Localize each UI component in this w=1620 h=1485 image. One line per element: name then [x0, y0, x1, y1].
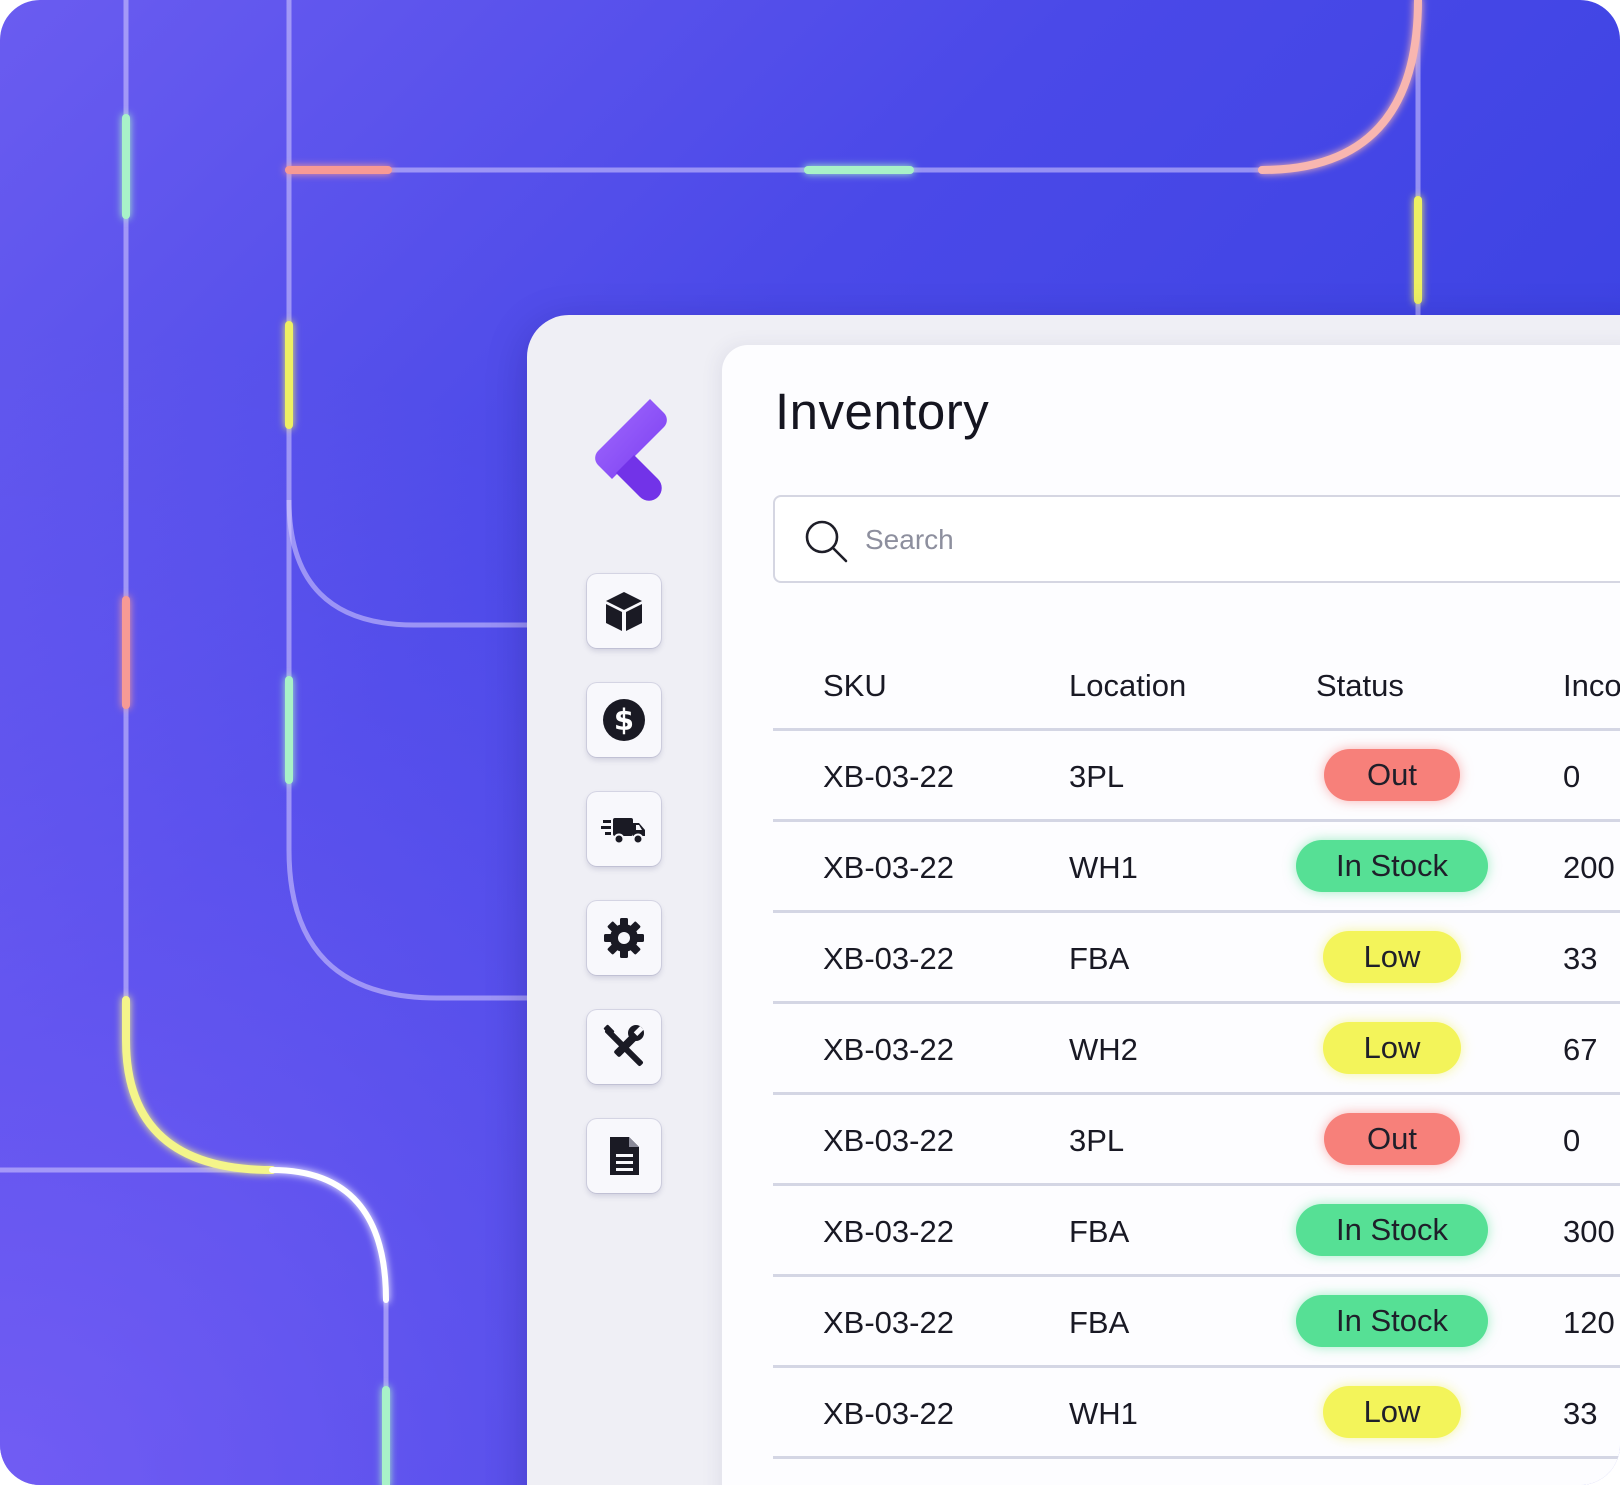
sku-cell: XB-03-22 [823, 941, 954, 976]
status-badge: In Stock [1296, 1204, 1488, 1256]
nav-settings-button[interactable] [587, 901, 661, 975]
inventory-table: SKU Location Status Inco XB-03-22 3PL Ou… [773, 640, 1620, 1459]
status-badge: Out [1324, 749, 1460, 801]
status-badge: Low [1323, 1386, 1461, 1438]
sku-cell: XB-03-22 [823, 1123, 954, 1158]
search-bar[interactable] [773, 495, 1620, 583]
location-cell: WH2 [1069, 1032, 1138, 1067]
incoming-cell: 200 [1563, 850, 1615, 885]
document-icon [610, 1137, 639, 1175]
hero-stage: $ Inventory Search SKU Location Status I… [0, 0, 1620, 1485]
incoming-cell: 300 [1563, 1214, 1615, 1249]
status-badge: Low [1323, 1022, 1461, 1074]
nav-shipping-button[interactable] [587, 792, 661, 866]
table-row[interactable]: XB-03-22 FBA In Stock 120 [773, 1277, 1620, 1368]
svg-text:$: $ [614, 703, 634, 737]
location-cell: 3PL [1069, 1123, 1125, 1158]
page-title: Inventory [775, 383, 990, 440]
nav-tools-button[interactable] [587, 1010, 661, 1084]
incoming-cell: 0 [1563, 1123, 1581, 1158]
table-header: SKU Location Status Inco [773, 640, 1620, 731]
dollar-icon: $ [603, 699, 645, 741]
location-cell: FBA [1069, 1305, 1130, 1340]
table-row[interactable]: XB-03-22 3PL Out 0 [773, 1095, 1620, 1186]
location-cell: WH1 [1069, 850, 1138, 885]
sku-cell: XB-03-22 [823, 850, 954, 885]
location-cell: FBA [1069, 941, 1130, 976]
nav-reports-button[interactable] [587, 1119, 661, 1193]
sku-cell: XB-03-22 [823, 759, 954, 794]
status-badge: Low [1323, 931, 1461, 983]
status-badge: Out [1324, 1113, 1460, 1165]
truck-icon [601, 818, 645, 845]
location-cell: FBA [1069, 1214, 1130, 1249]
incoming-cell: 0 [1563, 759, 1581, 794]
location-cell: WH1 [1069, 1396, 1138, 1431]
column-header-incoming[interactable]: Inco [1563, 640, 1620, 731]
gear-icon [604, 918, 644, 958]
column-header-status[interactable]: Status [1316, 640, 1404, 731]
brand-logo [595, 399, 667, 501]
column-header-location[interactable]: Location [1069, 640, 1186, 731]
column-header-sku[interactable]: SKU [823, 640, 887, 731]
incoming-cell: 33 [1563, 941, 1598, 976]
sku-cell: XB-03-22 [823, 1396, 954, 1431]
search-input[interactable] [863, 515, 1567, 565]
table-row[interactable]: XB-03-22 WH1 Low 33 [773, 1368, 1620, 1459]
table-row[interactable]: XB-03-22 FBA Low 33 [773, 913, 1620, 1004]
sku-cell: XB-03-22 [823, 1032, 954, 1067]
status-badge: In Stock [1296, 1295, 1488, 1347]
table-row[interactable]: XB-03-22 WH1 In Stock 200 [773, 822, 1620, 913]
sku-cell: XB-03-22 [823, 1305, 954, 1340]
location-cell: 3PL [1069, 759, 1125, 794]
search-icon [805, 520, 848, 563]
incoming-cell: 120 [1563, 1305, 1615, 1340]
incoming-cell: 67 [1563, 1032, 1598, 1067]
table-row[interactable]: XB-03-22 3PL Out 0 [773, 731, 1620, 822]
table-row[interactable]: XB-03-22 FBA In Stock 300 [773, 1186, 1620, 1277]
box-icon [606, 592, 642, 631]
table-row[interactable]: XB-03-22 WH2 Low 67 [773, 1004, 1620, 1095]
sku-cell: XB-03-22 [823, 1214, 954, 1249]
incoming-cell: 33 [1563, 1396, 1598, 1431]
tools-icon [603, 1024, 644, 1066]
nav-finance-button[interactable]: $ [587, 683, 661, 757]
status-badge: In Stock [1296, 840, 1488, 892]
nav-inventory-button[interactable] [587, 574, 661, 648]
